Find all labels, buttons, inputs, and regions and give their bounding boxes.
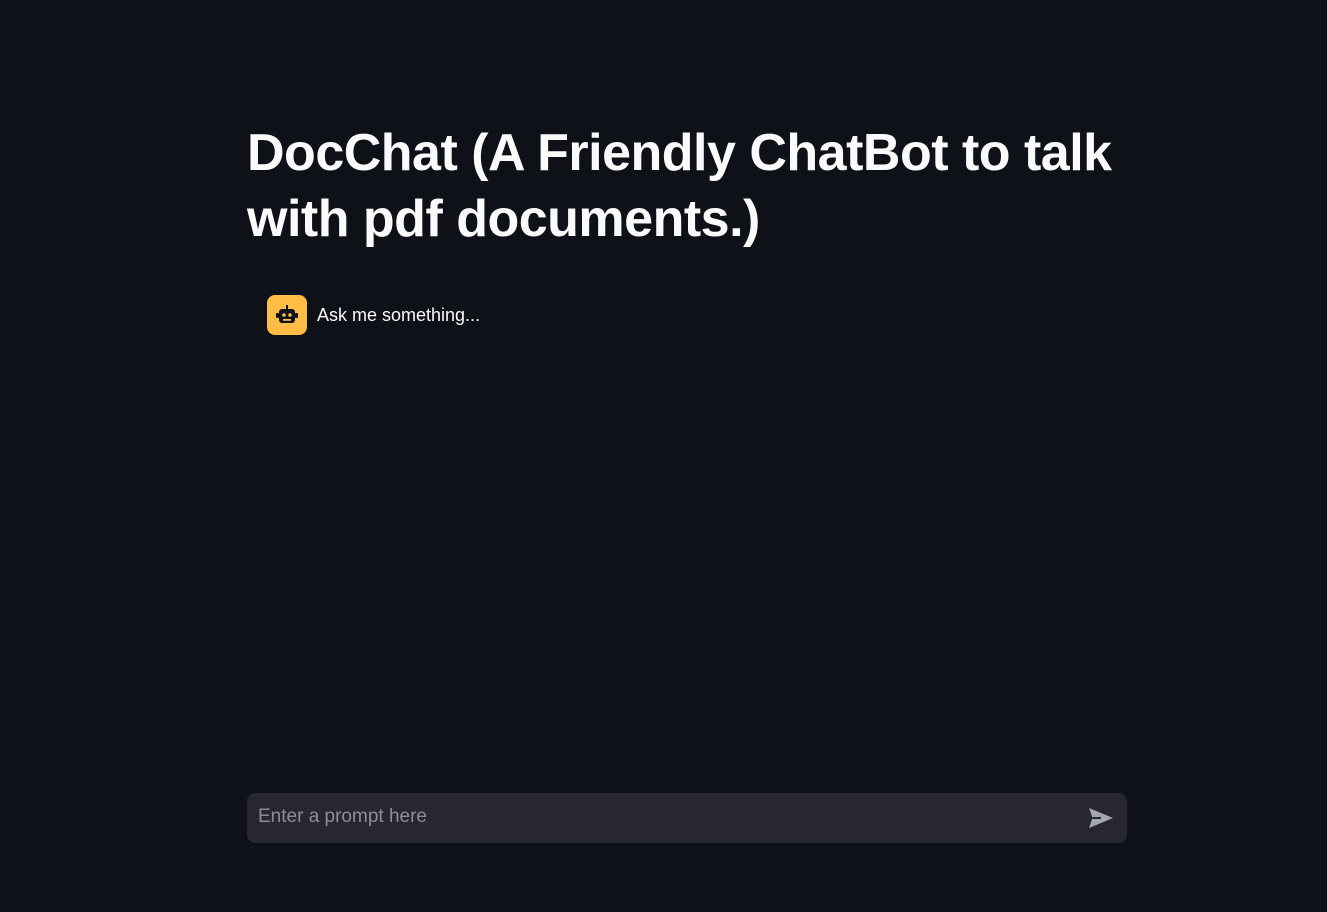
prompt-input[interactable] [247, 793, 1076, 843]
chat-input-container [247, 793, 1127, 843]
app-root: DocChat (A Friendly ChatBot to talk with… [0, 0, 1327, 912]
message-text: Ask me something... [317, 304, 481, 325]
main-content: DocChat (A Friendly ChatBot to talk with… [247, 120, 1127, 335]
avatar [267, 295, 307, 335]
page-title: DocChat (A Friendly ChatBot to talk with… [247, 124, 1112, 248]
robot-icon [276, 305, 298, 323]
chat-message-assistant: Ask me something... [267, 295, 1127, 335]
send-icon [1089, 808, 1113, 828]
send-button[interactable] [1076, 793, 1126, 843]
